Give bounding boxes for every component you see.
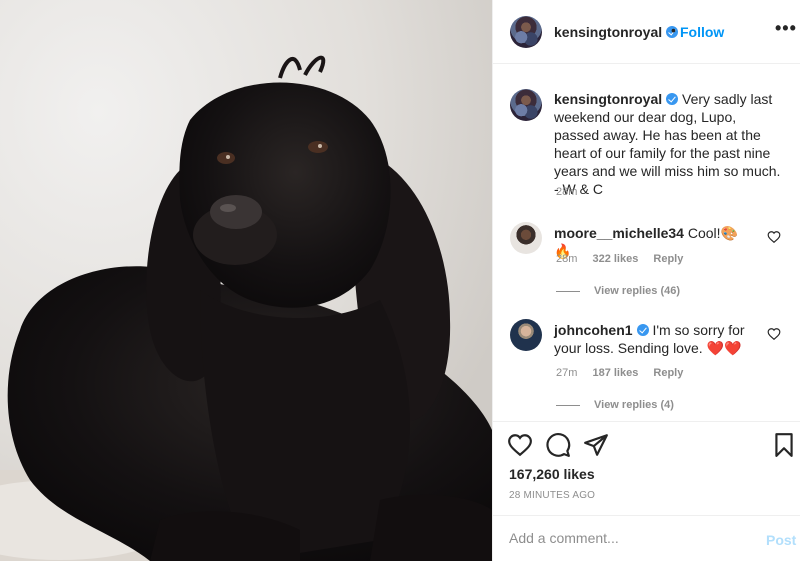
comment-time[interactable]: 27m: [556, 367, 577, 379]
reply-button[interactable]: Reply: [653, 367, 683, 379]
add-comment-input[interactable]: [509, 530, 739, 546]
comment-likes[interactable]: 187 likes: [592, 367, 638, 379]
comment-likes[interactable]: 322 likes: [592, 253, 638, 265]
likes-count[interactable]: 167,260 likes: [509, 466, 595, 482]
post-comment-button[interactable]: Post: [766, 532, 796, 548]
view-replies-label[interactable]: View replies (46): [594, 285, 680, 297]
caption-username[interactable]: kensingtonroyal: [554, 91, 662, 107]
verified-badge-icon: [636, 324, 649, 336]
reply-button[interactable]: Reply: [653, 253, 683, 265]
separator-dot: •: [671, 22, 676, 38]
post-side-panel: kensingtonroyal • Follow ••• kensingtonr…: [492, 0, 800, 561]
verified-badge-icon: [666, 93, 679, 105]
commenter-username[interactable]: johncohen1: [554, 322, 633, 338]
follow-button[interactable]: Follow: [680, 24, 724, 40]
comment-time[interactable]: 28m: [556, 253, 577, 265]
view-replies-label[interactable]: View replies (4): [594, 399, 674, 411]
add-comment-bar: Post: [493, 515, 800, 561]
commenter-avatar[interactable]: [510, 222, 542, 254]
comment-emoji: ❤️❤️: [706, 340, 742, 356]
post-header: kensingtonroyal • Follow •••: [493, 0, 800, 64]
caption-avatar[interactable]: [510, 89, 542, 121]
comment-meta: 28m 322 likes Reply: [556, 253, 695, 265]
share-paper-plane-icon[interactable]: [583, 432, 609, 458]
replies-divider-line: [556, 290, 580, 292]
view-replies-button[interactable]: View replies (4): [556, 399, 674, 411]
post-timestamp[interactable]: 28 MINUTES AGO: [509, 490, 595, 501]
comment-bubble-icon[interactable]: [545, 432, 571, 458]
more-options-icon[interactable]: •••: [775, 18, 797, 39]
like-comment-heart-icon[interactable]: [767, 327, 781, 341]
dog-photo-illustration: [0, 0, 492, 561]
comment-meta: 27m 187 likes Reply: [556, 367, 695, 379]
like-heart-icon[interactable]: [507, 432, 533, 458]
save-bookmark-icon[interactable]: [771, 432, 797, 458]
comment-content: johncohen1 I'm so sorry for your loss. S…: [554, 321, 754, 357]
author-username[interactable]: kensingtonroyal: [554, 24, 679, 40]
commenter-username[interactable]: moore__michelle34: [554, 225, 684, 241]
caption-timestamp[interactable]: 28m: [556, 186, 577, 198]
post-caption: kensingtonroyal Very sadly last weekend …: [554, 90, 784, 198]
like-comment-heart-icon[interactable]: [767, 230, 781, 244]
view-replies-button[interactable]: View replies (46): [556, 285, 680, 297]
replies-divider-line: [556, 404, 580, 406]
post-photo[interactable]: [0, 0, 492, 561]
post-actions: 167,260 likes 28 MINUTES AGO Post: [493, 421, 800, 561]
commenter-avatar[interactable]: [510, 319, 542, 351]
author-username-text[interactable]: kensingtonroyal: [554, 24, 662, 40]
comment-text: Cool!: [687, 225, 721, 241]
author-avatar[interactable]: [510, 16, 542, 48]
